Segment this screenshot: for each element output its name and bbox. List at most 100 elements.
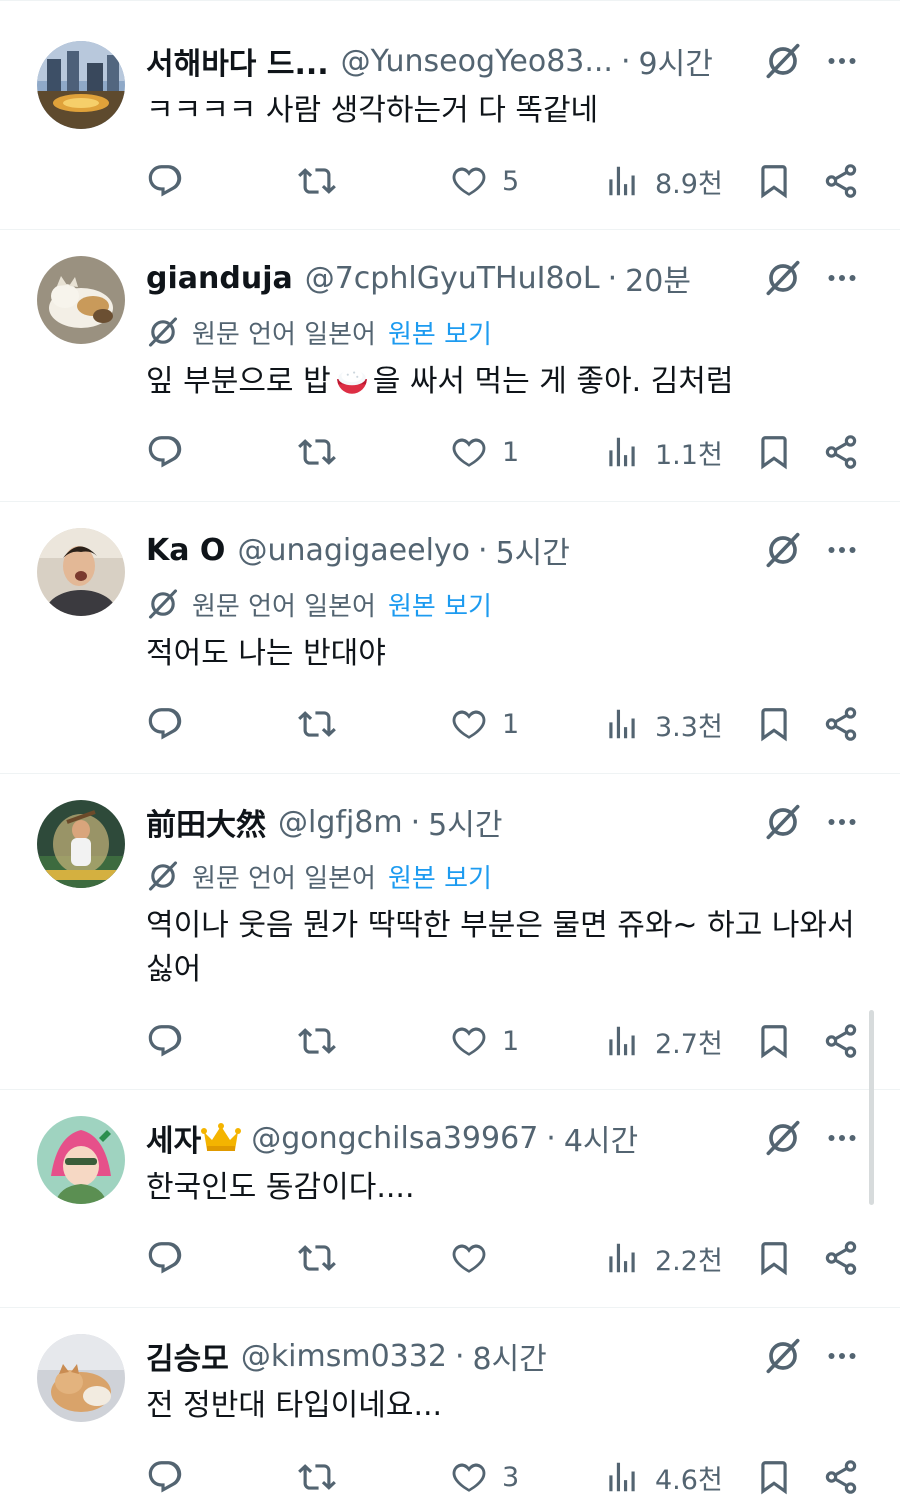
separator-dot: · — [620, 43, 631, 79]
share-button[interactable] — [822, 1455, 860, 1499]
more-icon[interactable] — [824, 530, 860, 570]
tweet-4[interactable]: 前田大然 @lgfj8m · 5시간 원문 언어 일본어 원본 보기 역이나 웃… — [0, 774, 900, 1090]
bookmark-button[interactable] — [755, 1455, 793, 1499]
action-bar: 1 1.1천 — [0, 430, 900, 474]
display-name[interactable]: 서해바다 드... — [146, 41, 329, 81]
retweet-button[interactable] — [298, 1019, 336, 1063]
user-handle[interactable]: @lgfj8m — [278, 805, 403, 840]
avatar[interactable] — [37, 41, 125, 129]
like-button[interactable] — [450, 1236, 502, 1280]
display-name[interactable]: 김승모 — [146, 1336, 229, 1376]
reply-button[interactable] — [146, 702, 184, 746]
tweet-3[interactable]: Ka O @unagigaeelyo · 5시간 원문 언어 일본어 원본 보기… — [0, 502, 900, 774]
grok-icon — [146, 859, 180, 893]
share-button[interactable] — [822, 1019, 860, 1063]
bookmark-button[interactable] — [755, 159, 793, 203]
user-handle[interactable]: @unagigaeelyo — [237, 533, 470, 568]
user-handle[interactable]: @gongchilsa39967 — [251, 1121, 538, 1156]
timestamp[interactable]: 9시간 — [639, 41, 713, 81]
reply-icon — [146, 1022, 184, 1060]
like-count: 1 — [502, 1025, 520, 1057]
avatar[interactable] — [37, 1116, 125, 1204]
timestamp[interactable]: 5시간 — [496, 530, 570, 570]
tweet-5[interactable]: 세자 @gongchilsa39967 · 4시간 한국인도 동감이다.... … — [0, 1090, 900, 1308]
grok-icon[interactable] — [763, 802, 803, 842]
share-button[interactable] — [822, 159, 860, 203]
grok-icon[interactable] — [763, 1118, 803, 1158]
display-name[interactable]: 세자 — [146, 1118, 201, 1158]
tweet-text: 전 정반대 타입이네요... — [146, 1388, 443, 1423]
view-count: 3.3천 — [655, 711, 723, 743]
reply-button[interactable] — [146, 1019, 184, 1063]
views-button[interactable]: 8.9천 — [603, 159, 723, 203]
reply-button[interactable] — [146, 430, 184, 474]
views-button[interactable]: 3.3천 — [603, 702, 723, 746]
tweet-text: ㅋㅋㅋㅋ 사람 생각하는거 다 똑같네 — [146, 93, 599, 128]
timestamp[interactable]: 5시간 — [428, 802, 502, 842]
timestamp[interactable]: 20분 — [625, 258, 691, 298]
view-count: 2.2천 — [655, 1245, 723, 1277]
views-button[interactable]: 1.1천 — [603, 430, 723, 474]
timestamp[interactable]: 4시간 — [564, 1118, 638, 1158]
avatar[interactable] — [37, 800, 125, 888]
bookmark-button[interactable] — [755, 702, 793, 746]
more-icon[interactable] — [824, 802, 860, 842]
reply-icon — [146, 1458, 184, 1496]
like-button[interactable]: 1 — [450, 1019, 519, 1063]
views-button[interactable]: 2.7천 — [603, 1019, 723, 1063]
more-icon[interactable] — [824, 258, 860, 298]
grok-icon[interactable] — [763, 41, 803, 81]
more-icon[interactable] — [824, 1118, 860, 1158]
tweet-2[interactable]: gianduja @7cphlGyuTHuI8oL · 20분 원문 언어 일본… — [0, 230, 900, 502]
like-button[interactable]: 1 — [450, 702, 519, 746]
bookmark-icon — [755, 1458, 793, 1496]
retweet-button[interactable] — [298, 430, 336, 474]
retweet-button[interactable] — [298, 159, 336, 203]
translation-label: 원문 언어 일본어 — [192, 319, 376, 350]
show-original-link[interactable]: 원본 보기 — [388, 586, 492, 623]
avatar[interactable] — [37, 528, 125, 616]
bookmark-button[interactable] — [755, 1236, 793, 1280]
timestamp[interactable]: 8시간 — [473, 1336, 547, 1376]
reply-button[interactable] — [146, 1455, 184, 1499]
grok-icon — [146, 315, 180, 349]
retweet-button[interactable] — [298, 702, 336, 746]
display-name[interactable]: 前田大然 — [146, 802, 266, 842]
retweet-button[interactable] — [298, 1236, 336, 1280]
views-button[interactable]: 4.6천 — [603, 1455, 723, 1499]
user-handle[interactable]: @YunseogYeo83... — [341, 44, 613, 79]
bookmark-icon — [755, 1239, 793, 1277]
show-original-link[interactable]: 원본 보기 — [388, 314, 492, 351]
grok-icon[interactable] — [763, 530, 803, 570]
avatar[interactable] — [37, 256, 125, 344]
user-handle[interactable]: @7cphlGyuTHuI8oL — [305, 261, 600, 296]
share-button[interactable] — [822, 430, 860, 474]
tweet-6[interactable]: 김승모 @kimsm0332 · 8시간 전 정반대 타입이네요... 3 4.… — [0, 1308, 900, 1509]
avatar[interactable] — [37, 1334, 125, 1422]
more-icon[interactable] — [824, 1336, 860, 1376]
display-name[interactable]: gianduja — [146, 261, 293, 296]
show-original-link[interactable]: 원본 보기 — [388, 858, 492, 895]
bookmark-button[interactable] — [755, 430, 793, 474]
user-handle[interactable]: @kimsm0332 — [241, 1339, 447, 1374]
share-button[interactable] — [822, 1236, 860, 1280]
reply-button[interactable] — [146, 1236, 184, 1280]
like-count: 5 — [502, 165, 520, 197]
separator-dot: · — [410, 804, 421, 840]
like-button[interactable]: 5 — [450, 159, 519, 203]
grok-icon[interactable] — [763, 258, 803, 298]
reply-button[interactable] — [146, 159, 184, 203]
views-button[interactable]: 2.2천 — [603, 1236, 723, 1280]
like-button[interactable]: 3 — [450, 1455, 519, 1499]
grok-icon[interactable] — [763, 1336, 803, 1376]
retweet-button[interactable] — [298, 1455, 336, 1499]
share-button[interactable] — [822, 702, 860, 746]
like-button[interactable]: 1 — [450, 430, 519, 474]
tweet-1[interactable]: 서해바다 드... @YunseogYeo83... · 9시간 ㅋㅋㅋㅋ 사람… — [0, 0, 900, 230]
more-icon[interactable] — [824, 41, 860, 81]
display-name[interactable]: Ka O — [146, 533, 225, 568]
share-icon — [822, 433, 860, 471]
bookmark-button[interactable] — [755, 1019, 793, 1063]
scrollbar[interactable] — [869, 1010, 874, 1205]
views-icon — [603, 705, 641, 743]
